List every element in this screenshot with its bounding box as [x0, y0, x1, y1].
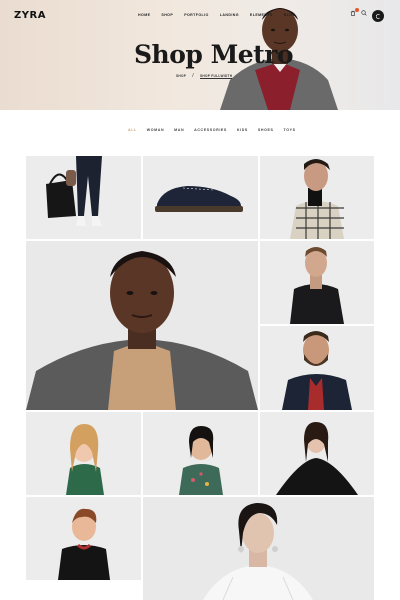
filter-shoes[interactable]: Shoes — [258, 128, 274, 132]
nav-item-portfolio[interactable]: Portfolio — [184, 13, 209, 17]
product-tile[interactable] — [26, 241, 258, 410]
nav-item-landing[interactable]: Landing — [220, 13, 239, 17]
breadcrumb-separator: / — [192, 73, 194, 79]
filter-toys[interactable]: Toys — [284, 128, 296, 132]
search-icon[interactable] — [361, 10, 367, 16]
product-tile[interactable] — [143, 156, 258, 239]
boy-black-sweater-photo — [26, 497, 141, 580]
navy-sneaker-photo — [143, 156, 258, 239]
girl-green-sweater-photo — [26, 412, 141, 495]
man-grey-blazer-photo — [26, 241, 258, 410]
breadcrumb: Shop / Shop Fullwidth — [176, 73, 233, 79]
nav-item-home[interactable]: Home — [138, 13, 150, 17]
girl-green-dress-photo — [143, 412, 258, 495]
man-black-coat-photo — [260, 241, 374, 324]
menu-icon — [375, 13, 380, 19]
filter-accessories[interactable]: Accessories — [194, 128, 227, 132]
product-tile[interactable] — [260, 241, 374, 324]
filter-kids[interactable]: Kids — [237, 128, 248, 132]
cart-count-badge — [355, 8, 359, 12]
woman-white-blouse-photo — [143, 497, 374, 600]
product-tile[interactable] — [26, 497, 141, 580]
filter-all[interactable]: All — [128, 128, 137, 132]
breadcrumb-shop[interactable]: Shop — [176, 74, 186, 78]
hero-banner: ZYRA Home Shop Portfolio Landing Element… — [0, 0, 400, 110]
woman-black-poncho-photo — [260, 412, 374, 495]
product-tile[interactable] — [260, 326, 374, 410]
page-title: Shop Metro — [134, 40, 294, 69]
category-filters: All Woman Man Accessories Kids Shoes Toy… — [128, 128, 296, 132]
cart-icon[interactable] — [350, 8, 359, 16]
bearded-man-navy-coat-photo — [260, 326, 374, 410]
product-tile[interactable] — [143, 412, 258, 495]
brand-logo[interactable]: ZYRA — [14, 10, 46, 21]
main-nav: Home Shop Portfolio Landing Elements Blo… — [138, 13, 296, 17]
filter-man[interactable]: Man — [174, 128, 184, 132]
product-tile[interactable] — [26, 156, 141, 239]
filter-woman[interactable]: Woman — [147, 128, 164, 132]
product-tile[interactable] — [26, 412, 141, 495]
nav-item-blog[interactable]: Blog — [284, 13, 296, 17]
product-tile[interactable] — [260, 412, 374, 495]
menu-button[interactable] — [372, 10, 384, 22]
nav-item-shop[interactable]: Shop — [161, 13, 173, 17]
header-icons — [350, 8, 367, 16]
breadcrumb-current: Shop Fullwidth — [199, 73, 233, 79]
product-tile[interactable] — [143, 497, 374, 600]
nav-item-elements[interactable]: Elements — [250, 13, 273, 17]
handbag-and-jeans-photo — [26, 156, 141, 239]
man-plaid-jacket-photo — [260, 156, 374, 239]
product-tile[interactable] — [260, 156, 374, 239]
